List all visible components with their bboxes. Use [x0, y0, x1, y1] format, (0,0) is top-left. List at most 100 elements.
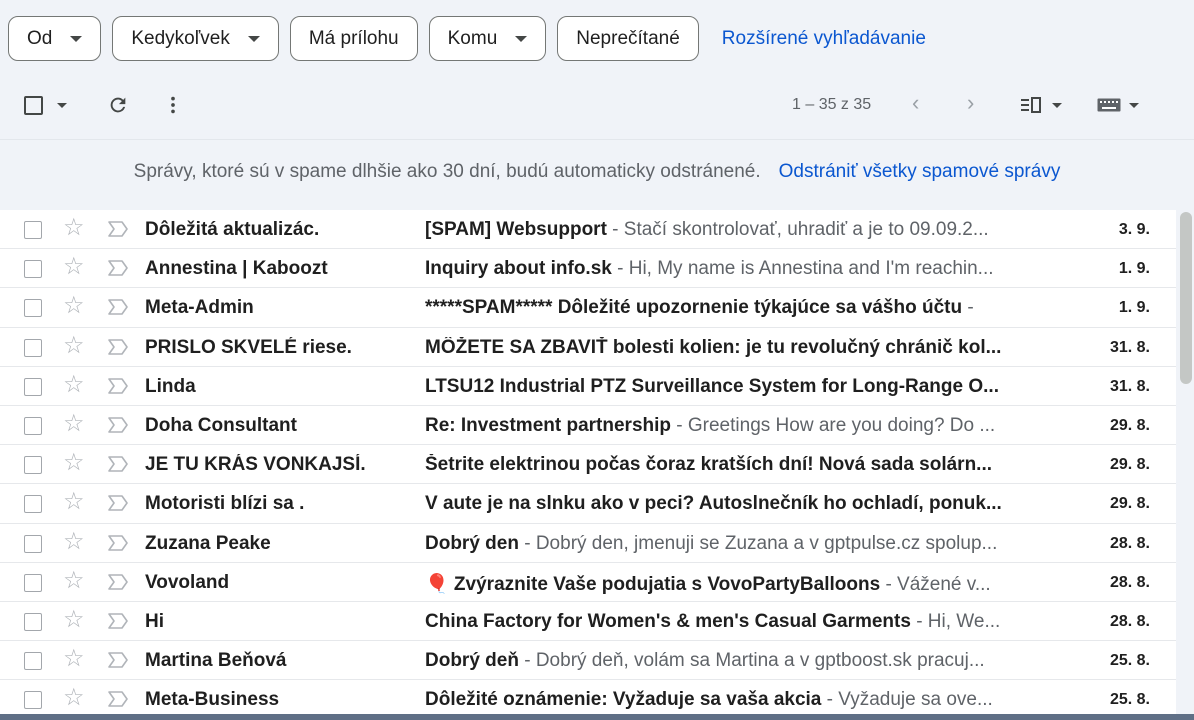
row-select-checkbox[interactable]	[24, 495, 42, 514]
select-all-control[interactable]	[24, 96, 67, 115]
star-icon[interactable]: ☆	[63, 647, 85, 671]
email-snippet: -	[962, 297, 974, 319]
filter-to-chip[interactable]: Komu	[428, 16, 547, 61]
email-row[interactable]: ☆ Linda LTSU12 Industrial PTZ Surveillance…	[0, 366, 1176, 406]
email-date: 1. 9.	[1118, 299, 1150, 317]
row-select-checkbox[interactable]	[24, 338, 42, 357]
email-row[interactable]: ☆ Annestina | Kaboozt Inquiry about info.s…	[0, 249, 1176, 289]
email-row[interactable]: ☆ Hi China Factory for Women's & men's Cas…	[0, 601, 1176, 642]
email-sender: Linda	[145, 375, 196, 397]
importance-marker-icon[interactable]	[107, 297, 129, 317]
importance-marker-icon[interactable]	[107, 415, 129, 435]
chevron-right-icon: ›	[967, 90, 975, 115]
select-dropdown-icon[interactable]	[57, 103, 67, 108]
row-select-checkbox[interactable]	[24, 221, 42, 239]
row-select-checkbox[interactable]	[24, 573, 42, 592]
email-row[interactable]: ☆ Vovoland 🎈 Zvýraznite Vaše podujatia s V…	[0, 562, 1176, 602]
importance-marker-icon[interactable]	[107, 533, 129, 553]
star-icon[interactable]: ☆	[63, 216, 85, 240]
importance-marker-icon[interactable]	[107, 572, 129, 592]
email-subject-line: Dobrý den - Dobrý den, jmenuji se Zuzana…	[425, 533, 1017, 555]
email-sender: PRISLO SKVELÉ riese.	[145, 336, 352, 358]
advanced-search-link[interactable]: Rozšírené vyhľadávanie	[722, 28, 926, 50]
spam-folder-view: Od Kedykoľvek Má prílohu Komu Neprečítan…	[0, 0, 1194, 720]
email-row[interactable]: ☆ Doha Consultant Re: Investment partnersh…	[0, 405, 1176, 446]
split-pane-toggle[interactable]	[1020, 96, 1062, 114]
importance-marker-icon[interactable]	[107, 454, 129, 474]
email-snippet: - Stačí skontrolovať, uhradiť a je to 09…	[606, 219, 989, 240]
email-sender: Zuzana Peake	[145, 532, 271, 554]
email-subject-line: MÔŽETE SA ZBAVIŤ bolesti kolien: je tu r…	[425, 337, 1017, 359]
email-sender: Meta-Admin	[145, 297, 254, 319]
star-icon[interactable]: ☆	[63, 686, 85, 710]
email-subject-line: *****SPAM***** Dôležité upozornenie týka…	[425, 297, 1017, 319]
email-sender: Dôležitá aktualizác.	[145, 219, 320, 240]
email-subject-line: V aute je na slnku ako v peci? Autoslneč…	[425, 493, 1017, 515]
email-list: ☆ Dôležitá aktualizác. [SPAM] Websupport -…	[0, 210, 1176, 720]
row-select-checkbox[interactable]	[24, 534, 42, 553]
chevron-down-icon	[70, 35, 83, 42]
email-subject-line: Dobrý deň - Dobrý deň, volám sa Martina …	[425, 650, 1017, 672]
star-icon[interactable]: ☆	[63, 294, 85, 318]
select-all-checkbox[interactable]	[24, 96, 43, 115]
row-select-checkbox[interactable]	[24, 456, 42, 475]
email-subject: 🎈 Zvýraznite Vaše podujatia s VovoPartyB…	[425, 573, 881, 595]
importance-marker-icon[interactable]	[107, 493, 129, 513]
importance-marker-icon[interactable]	[107, 337, 129, 357]
star-icon[interactable]: ☆	[63, 451, 85, 475]
star-icon[interactable]: ☆	[63, 372, 85, 397]
row-select-checkbox[interactable]	[24, 416, 42, 435]
email-subject: V aute je na slnku ako v peci? Autoslneč…	[425, 493, 1002, 515]
refresh-button[interactable]	[107, 94, 129, 116]
filter-unread-chip[interactable]: Neprečítané	[557, 16, 699, 61]
email-date: 25. 8.	[1109, 691, 1150, 709]
importance-marker-icon[interactable]	[107, 376, 129, 396]
email-date: 3. 9.	[1118, 221, 1150, 238]
star-icon[interactable]: ☆	[63, 333, 85, 358]
star-icon[interactable]: ☆	[63, 255, 85, 279]
row-select-checkbox[interactable]	[24, 299, 42, 318]
email-row[interactable]: ☆ Meta-Admin *****SPAM***** Dôležité upozo…	[0, 288, 1176, 328]
email-snippet: - Vážené v...	[880, 573, 991, 595]
email-subject-line: Šetrite elektrinou počas čoraz kratších …	[425, 454, 1017, 476]
input-tools-toggle[interactable]	[1097, 98, 1139, 112]
row-select-checkbox[interactable]	[24, 612, 42, 631]
email-sender: Motoristi blízi sa .	[145, 493, 305, 515]
email-subject: [SPAM] Websupport	[425, 219, 607, 240]
importance-marker-icon[interactable]	[107, 219, 129, 239]
email-row[interactable]: ☆ PRISLO SKVELÉ riese. MÔŽETE SA ZBAVIŤ bo…	[0, 327, 1176, 367]
row-select-checkbox[interactable]	[24, 260, 42, 279]
importance-marker-icon[interactable]	[107, 611, 129, 631]
older-button[interactable]: ›	[967, 92, 974, 114]
email-row[interactable]: ☆ Motoristi blízi sa . V aute je na slnku …	[0, 484, 1176, 524]
email-row[interactable]: ☆ Dôležitá aktualizác. [SPAM] Websupport -…	[0, 210, 1176, 250]
star-icon[interactable]: ☆	[63, 568, 85, 593]
filter-date-chip[interactable]: Kedykoľvek	[112, 16, 279, 61]
newer-button[interactable]: ‹	[912, 92, 919, 114]
filter-has-attachment-label: Má prílohu	[308, 27, 399, 49]
importance-marker-icon[interactable]	[107, 650, 129, 670]
star-icon[interactable]: ☆	[63, 490, 85, 514]
split-pane-icon	[1021, 97, 1041, 113]
row-select-checkbox[interactable]	[24, 652, 42, 671]
filter-from-chip[interactable]: Od	[8, 16, 102, 61]
star-icon[interactable]: ☆	[63, 607, 85, 632]
filter-has-attachment-chip[interactable]: Má prílohu	[289, 16, 418, 61]
importance-marker-icon[interactable]	[107, 689, 129, 709]
email-row[interactable]: ☆ Martina Beňová Dobrý deň - Dobrý deň, vo…	[0, 641, 1176, 681]
spam-notice-text: Správy, ktoré sú v spame dlhšie ako 30 d…	[133, 161, 761, 182]
filter-date-label: Kedykoľvek	[131, 27, 230, 49]
star-icon[interactable]: ☆	[63, 529, 85, 554]
scrollbar-thumb[interactable]	[1180, 212, 1192, 384]
more-options-button[interactable]	[162, 94, 184, 116]
search-filter-bar: Od Kedykoľvek Má prílohu Komu Neprečítan…	[8, 16, 926, 61]
row-select-checkbox[interactable]	[24, 691, 42, 710]
star-icon[interactable]: ☆	[63, 411, 85, 436]
email-row[interactable]: ☆ JE TU KRÁS VONKAJSÍ. Šetrite elektrinou …	[0, 445, 1176, 485]
row-select-checkbox[interactable]	[24, 377, 42, 396]
email-row[interactable]: ☆ Zuzana Peake Dobrý den - Dobrý den, jmen…	[0, 523, 1176, 563]
importance-marker-icon[interactable]	[107, 258, 129, 278]
email-subject-line: China Factory for Women's & men's Casual…	[425, 611, 1017, 633]
delete-all-spam-link[interactable]: Odstrániť všetky spamové správy	[779, 161, 1061, 183]
email-subject: Dobrý den	[425, 532, 519, 554]
